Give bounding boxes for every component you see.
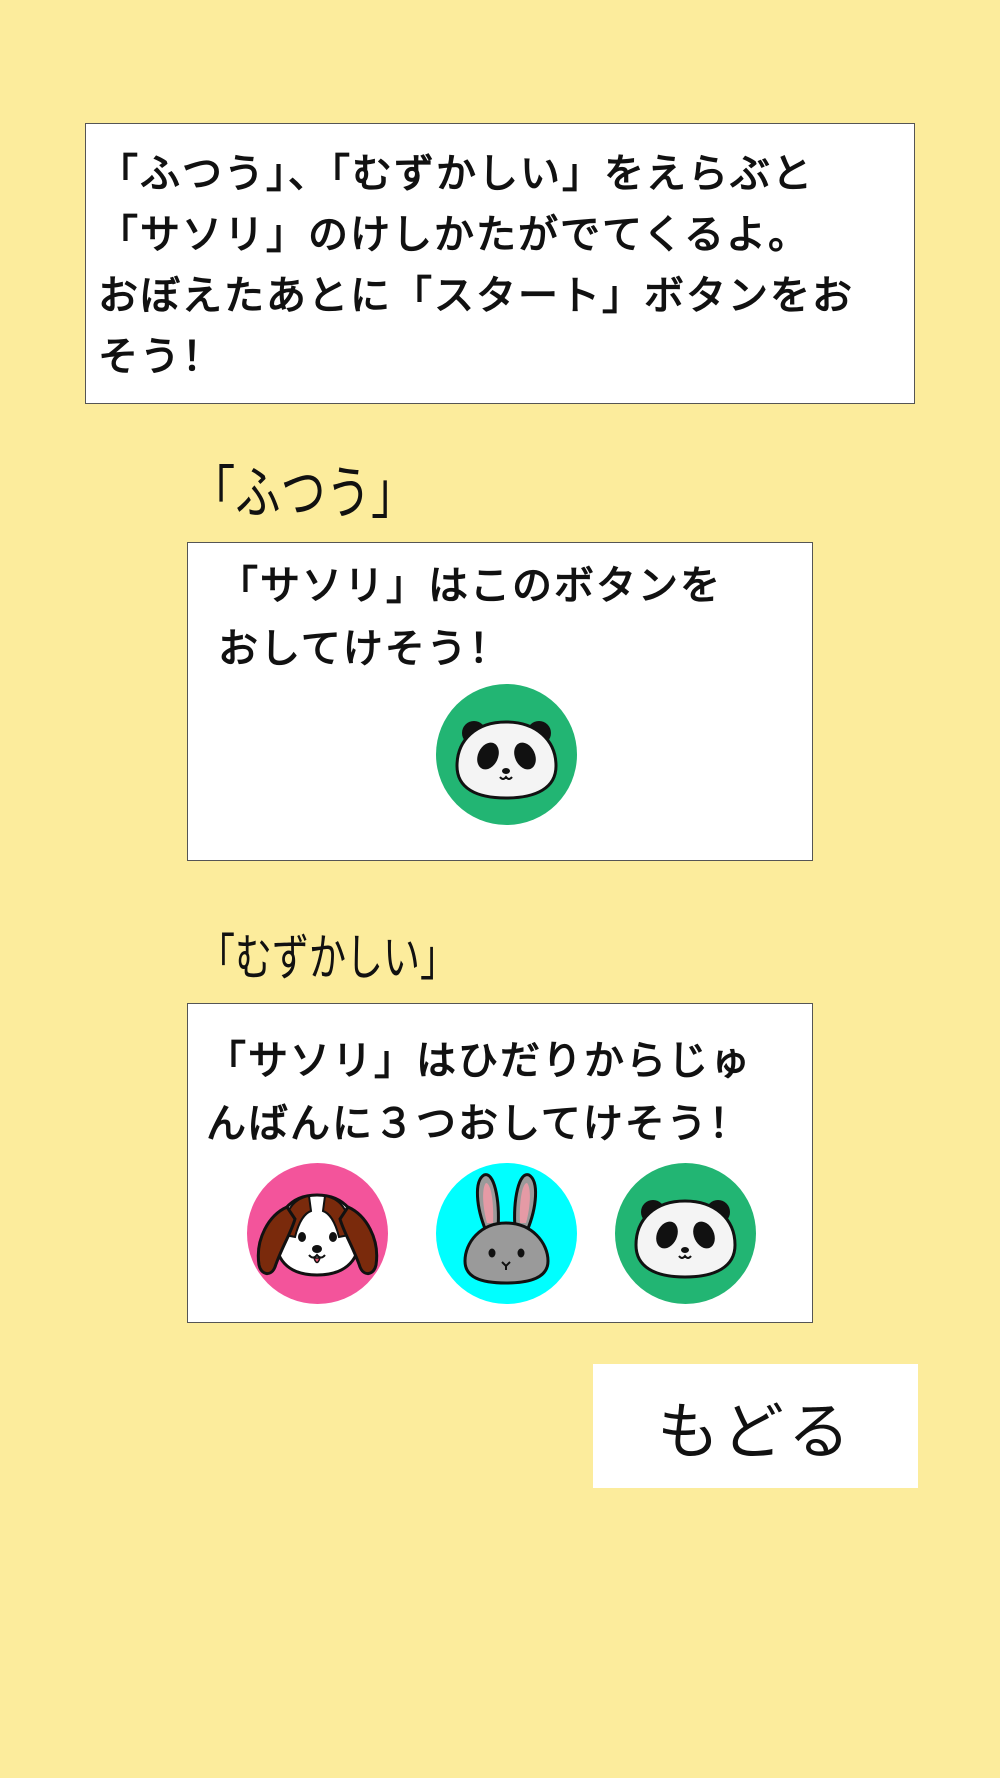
panda-icon: [634, 1199, 737, 1279]
instructions-line: 「ふつう」、「むずかしい」をえらぶと: [98, 151, 814, 197]
panda-button[interactable]: [615, 1163, 756, 1304]
dog-button[interactable]: [247, 1163, 388, 1304]
hard-description-line: 「サソリ」はひだりからじゅ: [206, 1038, 752, 1084]
back-button[interactable]: もどる: [593, 1364, 918, 1488]
rabbit-icon: [463, 1173, 550, 1285]
panda-button[interactable]: [436, 684, 577, 825]
instructions-line: おぼえたあとに「スタート」ボタンをお: [98, 273, 854, 319]
hard-description-line: んばんに３つおしてけそう！: [206, 1101, 751, 1147]
normal-description-line: おしてけそう！: [218, 626, 511, 672]
rabbit-button[interactable]: [436, 1163, 577, 1304]
normal-example-box: 「サソリ」はこのボタンを おしてけそう！: [187, 542, 813, 861]
normal-description: 「サソリ」はこのボタンを おしてけそう！: [218, 555, 722, 681]
hard-heading: 「むずかしい」: [198, 930, 457, 986]
normal-description-line: 「サソリ」はこのボタンを: [218, 563, 722, 609]
normal-heading: 「ふつう」: [190, 461, 417, 526]
instructions-line: そう！: [98, 334, 224, 380]
hard-description: 「サソリ」はひだりからじゅ んばんに３つおしてけそう！: [206, 1030, 752, 1156]
dog-icon: [256, 1193, 379, 1277]
instructions-line: 「サソリ」のけしかたがでてくるよ。: [98, 212, 810, 258]
instructions-box: 「ふつう」、「むずかしい」をえらぶと 「サソリ」のけしかたがでてくるよ。 おぼえ…: [85, 123, 915, 404]
hard-example-box: 「サソリ」はひだりからじゅ んばんに３つおしてけそう！: [187, 1003, 813, 1323]
panda-icon: [455, 720, 558, 800]
